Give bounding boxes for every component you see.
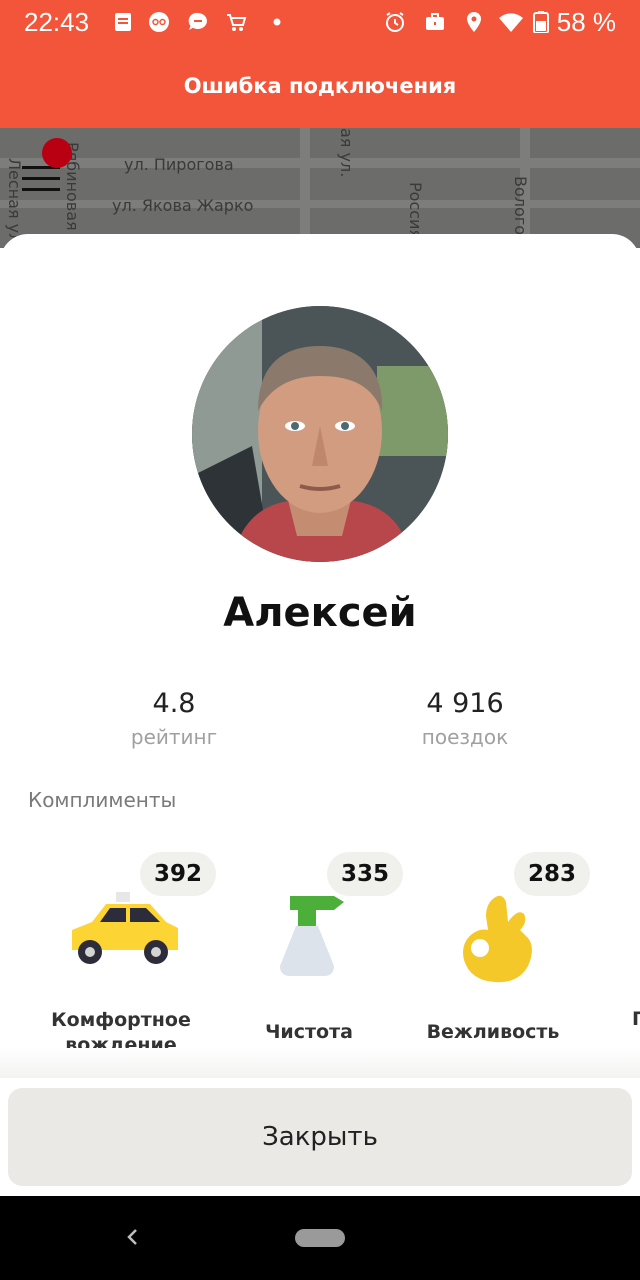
map-view[interactable]: ул. Пирогова ул. Якова Жарко Вологодская… (0, 128, 640, 248)
content-fade (0, 1048, 640, 1082)
compliments-title: Комплименты (28, 788, 177, 812)
compliment-cleanliness[interactable]: 335 Чистота (214, 852, 404, 1062)
status-time: 22:43 (24, 7, 90, 37)
ok-hand-icon (463, 895, 532, 983)
map-street-label: ул. Пирогова (124, 155, 234, 174)
compliment-next-label: П (632, 1008, 640, 1030)
driver-photo (192, 306, 448, 562)
wifi-icon (499, 13, 523, 32)
back-icon[interactable] (118, 1222, 148, 1252)
rating-value: 4.8 (152, 688, 196, 719)
battery-percent: 58 % (556, 7, 616, 37)
rating-label: рейтинг (130, 725, 218, 749)
trips-stat: 4 916 поездок (355, 688, 575, 749)
map-road (0, 158, 640, 168)
notification-dot (42, 138, 72, 168)
map-road (300, 128, 310, 248)
location-icon (467, 12, 481, 32)
voicemail-icon (149, 12, 169, 32)
spray-bottle-icon (280, 896, 344, 976)
taxi-car-icon (72, 892, 178, 964)
home-pill-button[interactable] (295, 1229, 345, 1247)
driver-avatar (192, 306, 448, 562)
trips-label: поездок (421, 725, 509, 749)
menu-button[interactable] (22, 166, 62, 196)
alarm-icon (386, 12, 404, 32)
status-bar: 22:43 58 % (0, 0, 640, 44)
close-button[interactable]: Закрыть (8, 1088, 632, 1186)
dot-icon (273, 18, 281, 26)
driver-name: Алексей (223, 590, 417, 636)
map-street-label: Россия (406, 182, 425, 240)
chat-icon (188, 12, 207, 30)
map-road (0, 200, 640, 208)
connection-error-banner: Ошибка подключения (0, 44, 640, 128)
notes-icon (115, 13, 131, 31)
briefcase-icon (426, 13, 444, 30)
battery-icon (533, 11, 549, 33)
rating-stat: 4.8 рейтинг (64, 688, 284, 749)
compliment-label: Чистота (265, 1021, 353, 1043)
compliment-label: Вежливость (426, 1021, 560, 1043)
trips-value: 4 916 (426, 688, 504, 719)
map-street-label: ул. Якова Жарко (112, 196, 254, 215)
cart-icon (227, 14, 247, 31)
compliment-politeness[interactable]: 283 Вежливость (398, 852, 591, 1062)
map-street-label: ая ул. (337, 128, 356, 178)
compliment-comfort-driving[interactable]: 392 Комфортное вождение (26, 852, 217, 1062)
